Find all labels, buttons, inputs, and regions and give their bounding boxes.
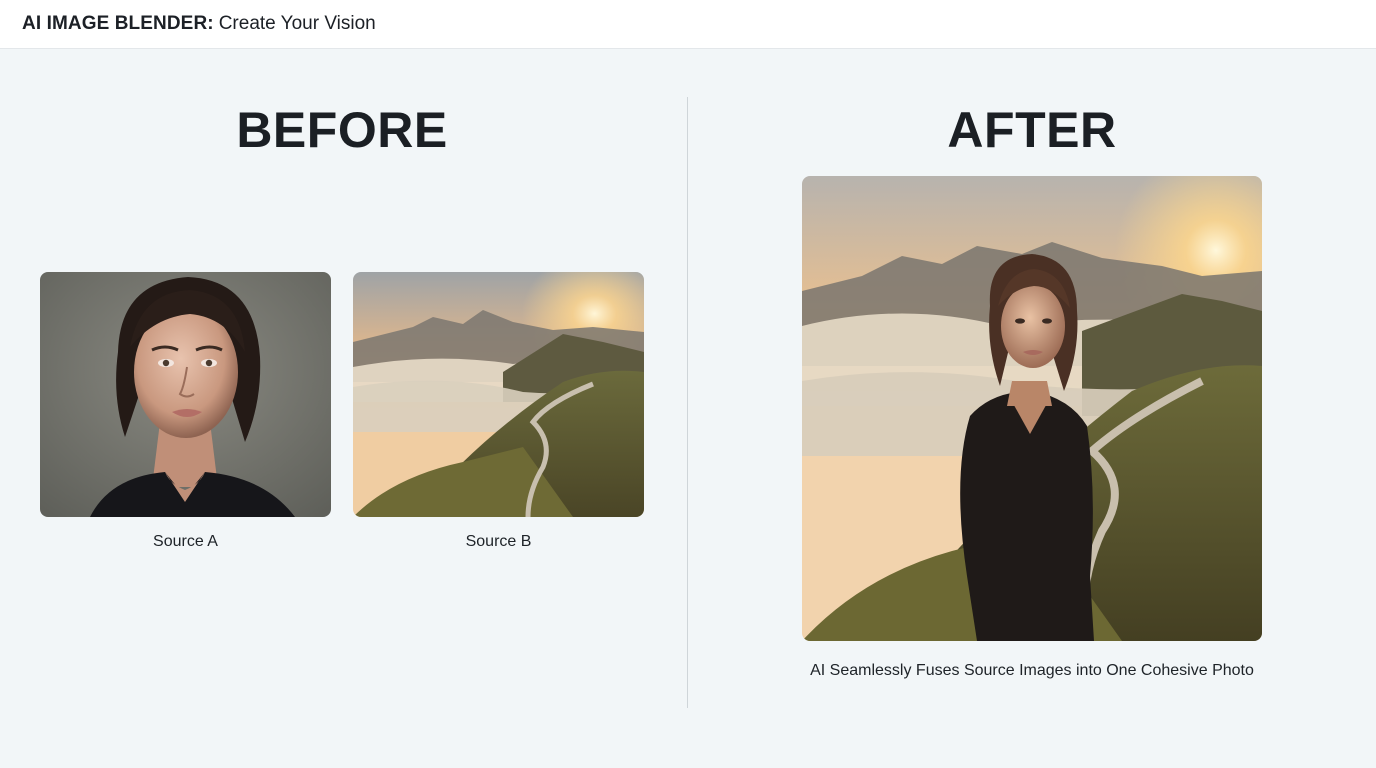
app-header: AI IMAGE BLENDER: Create Your Vision	[0, 0, 1376, 49]
before-heading: BEFORE	[236, 102, 448, 158]
app-brand: AI IMAGE BLENDER:	[22, 13, 214, 34]
source-b-image[interactable]	[353, 272, 644, 517]
after-heading: AFTER	[947, 102, 1117, 158]
mountain-landscape-photo-icon	[353, 272, 644, 517]
section-divider	[687, 97, 688, 708]
app-tagline: Create Your Vision	[218, 13, 376, 34]
blended-portrait-landscape-photo-icon	[802, 176, 1262, 641]
source-b-caption: Source B	[465, 533, 532, 550]
portrait-photo-icon	[40, 272, 331, 517]
result-caption: AI Seamlessly Fuses Source Images into O…	[810, 662, 1254, 679]
source-a-image[interactable]	[40, 272, 331, 517]
blended-result-image[interactable]	[802, 176, 1262, 641]
source-a-caption: Source A	[153, 533, 218, 550]
